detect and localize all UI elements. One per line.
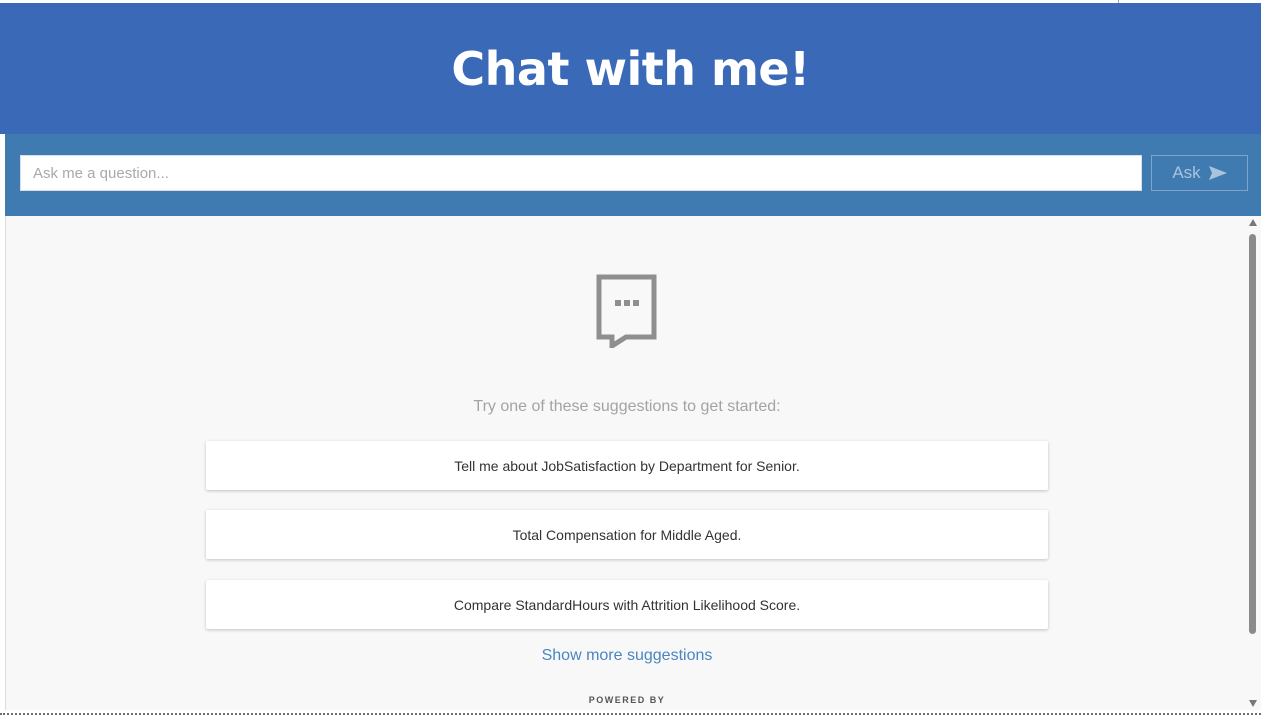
scroll-up-arrow-icon[interactable]	[1248, 218, 1258, 228]
ask-bar: Ask	[5, 134, 1261, 216]
send-arrow-icon	[1208, 166, 1227, 180]
bottom-divider	[0, 713, 1261, 715]
suggestions-prompt: Try one of these suggestions to get star…	[473, 398, 781, 415]
suggestion-text: Compare StandardHours with Attrition Lik…	[453, 596, 801, 613]
suggestion-card[interactable]: Compare StandardHours with Attrition Lik…	[206, 580, 1048, 629]
suggestion-card[interactable]: Total Compensation for Middle Aged.	[206, 510, 1048, 559]
suggestion-text: Total Compensation for Middle Aged.	[512, 526, 742, 543]
chat-bubble-icon	[596, 274, 657, 348]
conversation-panel: Try one of these suggestions to get star…	[5, 216, 1261, 710]
chat-header: Chat with me!	[0, 3, 1261, 134]
page-title: Chat with me!	[451, 41, 810, 96]
show-more-label: Show more suggestions	[541, 647, 713, 664]
ask-button-label: Ask	[1172, 163, 1201, 182]
show-more-suggestions-link[interactable]: Show more suggestions	[6, 647, 1248, 665]
suggestion-card[interactable]: Tell me about JobSatisfaction by Departm…	[206, 441, 1048, 490]
powered-by-footer: POWERED BY	[588, 695, 666, 705]
scrollbar-thumb[interactable]	[1249, 234, 1256, 634]
suggestion-text: Tell me about JobSatisfaction by Departm…	[454, 457, 800, 474]
ask-button[interactable]: Ask	[1151, 155, 1248, 191]
question-input[interactable]	[20, 155, 1142, 191]
scroll-down-arrow-icon[interactable]	[1248, 698, 1258, 708]
